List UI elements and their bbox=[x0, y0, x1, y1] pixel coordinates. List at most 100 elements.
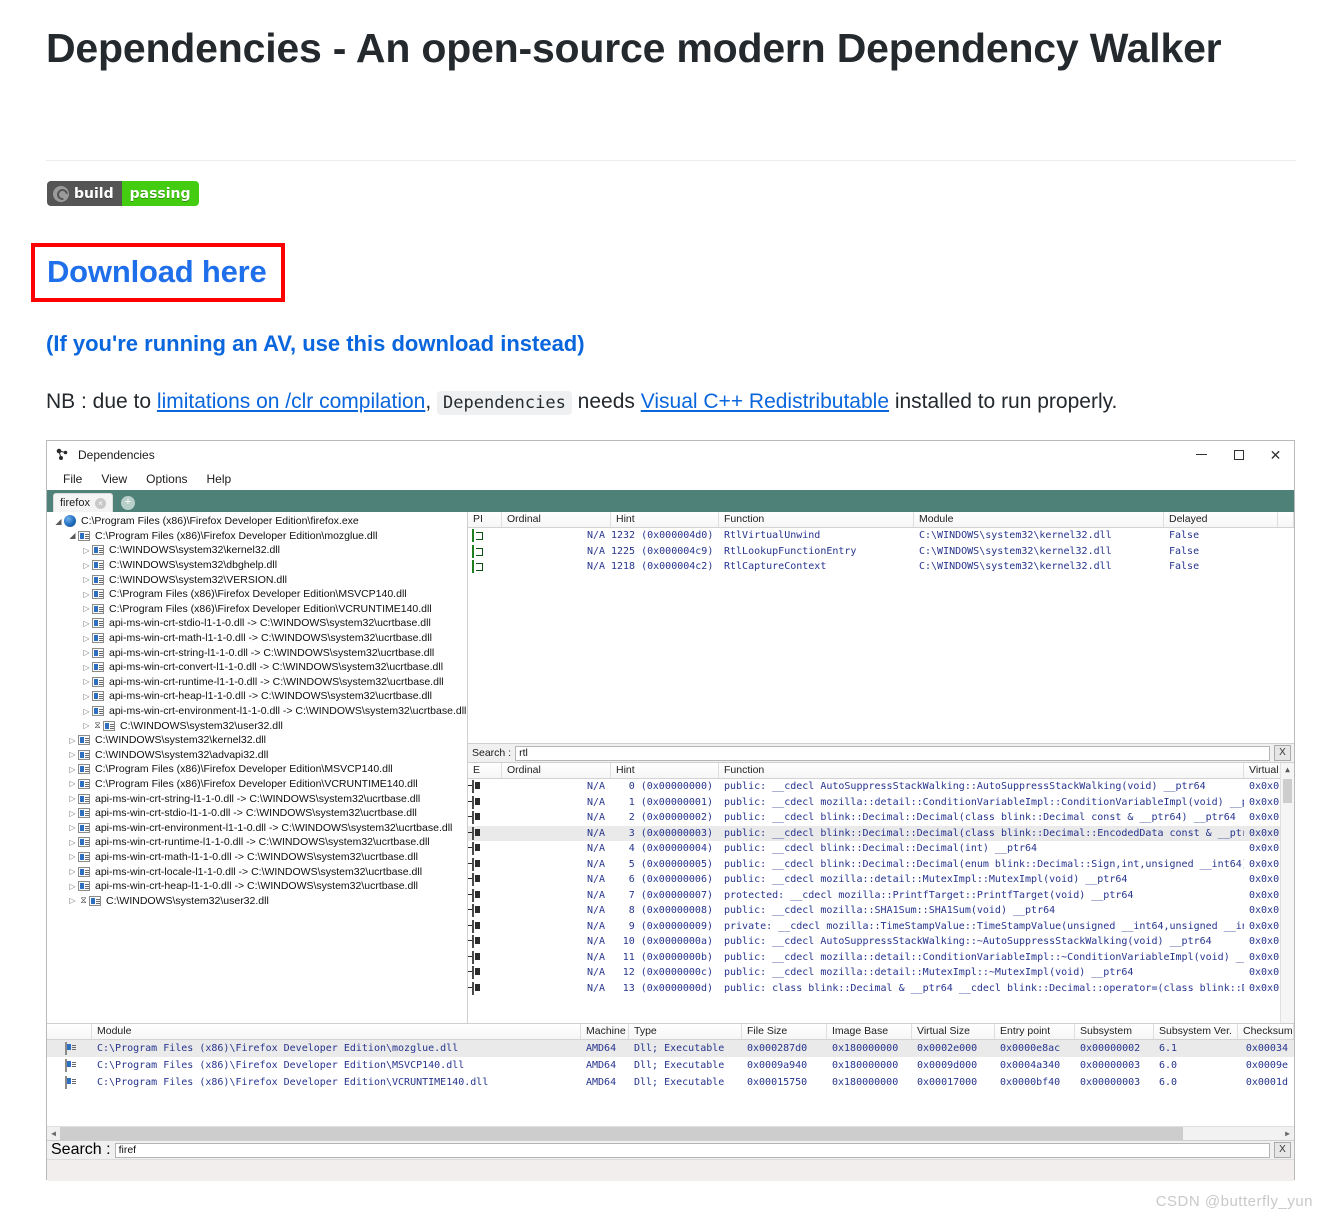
menu-options[interactable]: Options bbox=[138, 470, 195, 488]
tree-item[interactable]: ▷⧖C:\WINDOWS\system32\user32.dll bbox=[47, 718, 467, 733]
exports-row[interactable]: N/A1 (0x00000001)public: __cdecl mozilla… bbox=[468, 795, 1294, 811]
imports-col-ordinal[interactable]: Ordinal bbox=[502, 512, 611, 527]
exports-row[interactable]: N/A12 (0x0000000c)public: __cdecl mozill… bbox=[468, 965, 1294, 981]
tree-item[interactable]: ▷C:\Program Files (x86)\Firefox Develope… bbox=[47, 587, 467, 602]
exports-row[interactable]: N/A7 (0x00000007)protected: __cdecl mozi… bbox=[468, 888, 1294, 904]
tree-item[interactable]: ◢C:\Program Files (x86)\Firefox Develope… bbox=[47, 529, 467, 544]
exports-row[interactable]: N/A11 (0x0000000b)public: __cdecl mozill… bbox=[468, 950, 1294, 966]
tree-item[interactable]: ▷C:\Program Files (x86)\Firefox Develope… bbox=[47, 777, 467, 792]
chevron-right-icon[interactable]: ▷ bbox=[81, 707, 92, 716]
menu-view[interactable]: View bbox=[93, 470, 135, 488]
modules-col-entrypoint[interactable]: Entry point bbox=[995, 1024, 1075, 1039]
exports-row[interactable]: N/A13 (0x0000000d)public: class blink::D… bbox=[468, 981, 1294, 997]
tab-firefox[interactable]: firefox × bbox=[53, 493, 113, 512]
modules-col-virtualsize[interactable]: Virtual Size bbox=[912, 1024, 995, 1039]
modules-scroll-left-icon[interactable]: ◀ bbox=[47, 1129, 60, 1138]
imports-col-hint[interactable]: Hint bbox=[611, 512, 719, 527]
modules-col-subsystem[interactable]: Subsystem bbox=[1075, 1024, 1154, 1039]
chevron-right-icon[interactable]: ▷ bbox=[81, 677, 92, 686]
exports-col-e[interactable]: E bbox=[468, 763, 502, 778]
modules-hscroll-thumb[interactable] bbox=[60, 1127, 1183, 1140]
tree-item[interactable]: ▷C:\Program Files (x86)\Firefox Develope… bbox=[47, 762, 467, 777]
menu-help[interactable]: Help bbox=[199, 470, 240, 488]
tree-item[interactable]: ▷api-ms-win-crt-environment-l1-1-0.dll -… bbox=[47, 820, 467, 835]
chevron-right-icon[interactable]: ▷ bbox=[81, 648, 92, 657]
chevron-right-icon[interactable]: ▷ bbox=[67, 867, 78, 876]
tree-item[interactable]: ▷C:\WINDOWS\system32\kernel32.dll bbox=[47, 543, 467, 558]
exports-row[interactable]: N/A0 (0x00000000)public: __cdecl AutoSup… bbox=[468, 779, 1294, 795]
chevron-right-icon[interactable]: ▷ bbox=[67, 809, 78, 818]
imports-col-function[interactable]: Function bbox=[719, 512, 914, 527]
chevron-down-icon[interactable]: ◢ bbox=[53, 517, 64, 526]
modules-row[interactable]: C:\Program Files (x86)\Firefox Developer… bbox=[47, 1057, 1294, 1074]
exports-search-input[interactable]: rtl bbox=[515, 746, 1270, 761]
chevron-right-icon[interactable]: ▷ bbox=[67, 823, 78, 832]
imports-grid[interactable]: PI Ordinal Hint Function Module Delayed … bbox=[468, 512, 1294, 744]
chevron-right-icon[interactable]: ▷ bbox=[81, 575, 92, 584]
exports-row[interactable]: N/A3 (0x00000003)public: __cdecl blink::… bbox=[468, 826, 1294, 842]
modules-col-machine[interactable]: Machine bbox=[581, 1024, 629, 1039]
chevron-right-icon[interactable]: ▷ bbox=[67, 852, 78, 861]
modules-col-module[interactable]: Module bbox=[92, 1024, 581, 1039]
scrollbar-thumb[interactable] bbox=[1283, 779, 1292, 803]
tree-item[interactable]: ▷api-ms-win-crt-math-l1-1-0.dll -> C:\WI… bbox=[47, 631, 467, 646]
exports-col-function[interactable]: Function bbox=[719, 763, 1244, 778]
tree-item[interactable]: ▷C:\WINDOWS\system32\VERSION.dll bbox=[47, 572, 467, 587]
tree-item[interactable]: ▷C:\WINDOWS\system32\dbghelp.dll bbox=[47, 558, 467, 573]
modules-col-checksum[interactable]: Checksum bbox=[1238, 1024, 1294, 1039]
tree-item[interactable]: ◢C:\Program Files (x86)\Firefox Develope… bbox=[47, 514, 467, 529]
tree-item[interactable]: ▷api-ms-win-crt-runtime-l1-1-0.dll -> C:… bbox=[47, 675, 467, 690]
exports-col-hint[interactable]: Hint bbox=[611, 763, 719, 778]
chevron-right-icon[interactable]: ▷ bbox=[81, 634, 92, 643]
exports-search-clear-button[interactable]: X bbox=[1274, 745, 1291, 761]
vcredist-link[interactable]: Visual C++ Redistributable bbox=[641, 390, 889, 413]
scroll-up-icon[interactable]: ▲ bbox=[1281, 763, 1294, 777]
chevron-right-icon[interactable]: ▷ bbox=[67, 750, 78, 759]
tree-item[interactable]: ▷api-ms-win-crt-runtime-l1-1-0.dll -> C:… bbox=[47, 835, 467, 850]
chevron-right-icon[interactable]: ▷ bbox=[81, 721, 92, 730]
download-here-link[interactable]: Download here bbox=[47, 254, 267, 290]
exports-row[interactable]: N/A10 (0x0000000a)public: __cdecl AutoSu… bbox=[468, 934, 1294, 950]
chevron-right-icon[interactable]: ▷ bbox=[67, 838, 78, 847]
tree-item[interactable]: ▷C:\Program Files (x86)\Firefox Develope… bbox=[47, 602, 467, 617]
imports-col-delayed[interactable]: Delayed bbox=[1164, 512, 1278, 527]
chevron-right-icon[interactable]: ▷ bbox=[81, 590, 92, 599]
modules-row[interactable]: C:\Program Files (x86)\Firefox Developer… bbox=[47, 1074, 1294, 1091]
imports-row[interactable]: N/A1232 (0x000004d0)RtlVirtualUnwindC:\W… bbox=[468, 528, 1294, 544]
chevron-right-icon[interactable]: ▷ bbox=[67, 779, 78, 788]
imports-row[interactable]: N/A1225 (0x000004c9)RtlLookupFunctionEnt… bbox=[468, 544, 1294, 560]
chevron-right-icon[interactable]: ▷ bbox=[81, 692, 92, 701]
tree-item[interactable]: ▷api-ms-win-crt-stdio-l1-1-0.dll -> C:\W… bbox=[47, 806, 467, 821]
tree-item[interactable]: ▷api-ms-win-crt-heap-l1-1-0.dll -> C:\WI… bbox=[47, 879, 467, 894]
chevron-right-icon[interactable]: ▷ bbox=[81, 619, 92, 628]
tree-item[interactable]: ▷api-ms-win-crt-environment-l1-1-0.dll -… bbox=[47, 704, 467, 719]
chevron-right-icon[interactable]: ▷ bbox=[81, 561, 92, 570]
tree-item[interactable]: ▷api-ms-win-crt-math-l1-1-0.dll -> C:\WI… bbox=[47, 850, 467, 865]
modules-scroll-right-icon[interactable]: ▶ bbox=[1281, 1129, 1294, 1138]
tree-item[interactable]: ▷api-ms-win-crt-convert-l1-1-0.dll -> C:… bbox=[47, 660, 467, 675]
chevron-right-icon[interactable]: ▷ bbox=[81, 663, 92, 672]
tree-item[interactable]: ▷api-ms-win-crt-string-l1-1-0.dll -> C:\… bbox=[47, 791, 467, 806]
modules-horizontal-scrollbar[interactable]: ◀ ▶ bbox=[47, 1126, 1294, 1140]
av-download-link[interactable]: (If you're running an AV, use this downl… bbox=[46, 331, 585, 357]
chevron-right-icon[interactable]: ▷ bbox=[67, 896, 78, 905]
tree-item[interactable]: ▷C:\WINDOWS\system32\advapi32.dll bbox=[47, 748, 467, 763]
tree-item[interactable]: ▷api-ms-win-crt-heap-l1-1-0.dll -> C:\WI… bbox=[47, 689, 467, 704]
chevron-right-icon[interactable]: ▷ bbox=[67, 736, 78, 745]
menu-file[interactable]: File bbox=[55, 470, 90, 488]
exports-row[interactable]: N/A6 (0x00000006)public: __cdecl mozilla… bbox=[468, 872, 1294, 888]
tab-close-icon[interactable]: × bbox=[95, 498, 106, 509]
tree-item[interactable]: ▷C:\WINDOWS\system32\kernel32.dll bbox=[47, 733, 467, 748]
modules-col-filesize[interactable]: File Size bbox=[742, 1024, 827, 1039]
modules-col-subsystemver[interactable]: Subsystem Ver. bbox=[1154, 1024, 1238, 1039]
tree-item[interactable]: ▷api-ms-win-crt-locale-l1-1-0.dll -> C:\… bbox=[47, 864, 467, 879]
modules-search-input[interactable]: firef bbox=[115, 1143, 1270, 1158]
imports-col-module[interactable]: Module bbox=[914, 512, 1164, 527]
chevron-right-icon[interactable]: ▷ bbox=[81, 604, 92, 613]
exports-row[interactable]: N/A2 (0x00000002)public: __cdecl blink::… bbox=[468, 810, 1294, 826]
minimize-button[interactable] bbox=[1183, 441, 1220, 468]
chevron-right-icon[interactable]: ▷ bbox=[67, 882, 78, 891]
modules-search-clear-button[interactable]: X bbox=[1274, 1142, 1291, 1158]
exports-row[interactable]: N/A8 (0x00000008)public: __cdecl mozilla… bbox=[468, 903, 1294, 919]
chevron-right-icon[interactable]: ▷ bbox=[81, 546, 92, 555]
